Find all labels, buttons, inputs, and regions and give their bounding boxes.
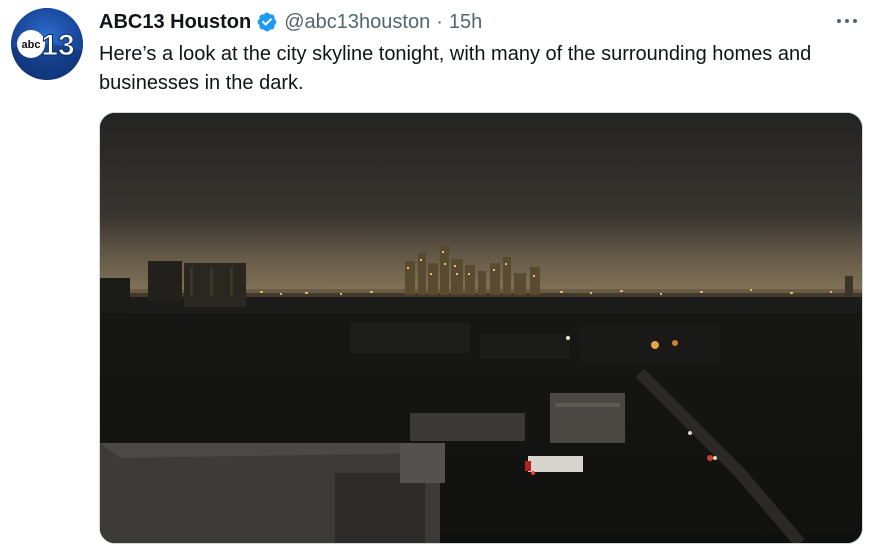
tweet: abc 13 ABC13 Houston @abc13houston · 15h… [0,0,891,545]
author-handle[interactable]: @abc13houston [284,11,430,34]
skyline-photo [100,113,862,543]
svg-text:13: 13 [41,29,74,62]
tweet-photo[interactable] [99,112,863,544]
display-name[interactable]: ABC13 Houston [99,11,251,34]
separator-dot: · [436,10,443,33]
tweet-text: Here’s a look at the city skyline tonigh… [99,43,812,94]
verified-badge-icon [257,12,277,32]
more-options-icon [837,19,857,23]
tweet-timestamp[interactable]: 15h [449,11,482,34]
svg-text:abc: abc [22,39,41,51]
more-options-button[interactable] [829,8,865,34]
tweet-header: ABC13 Houston @abc13houston · 15h [99,9,482,35]
avatar[interactable]: abc 13 [11,8,83,80]
abc13-logo-icon: abc 13 [11,8,83,80]
